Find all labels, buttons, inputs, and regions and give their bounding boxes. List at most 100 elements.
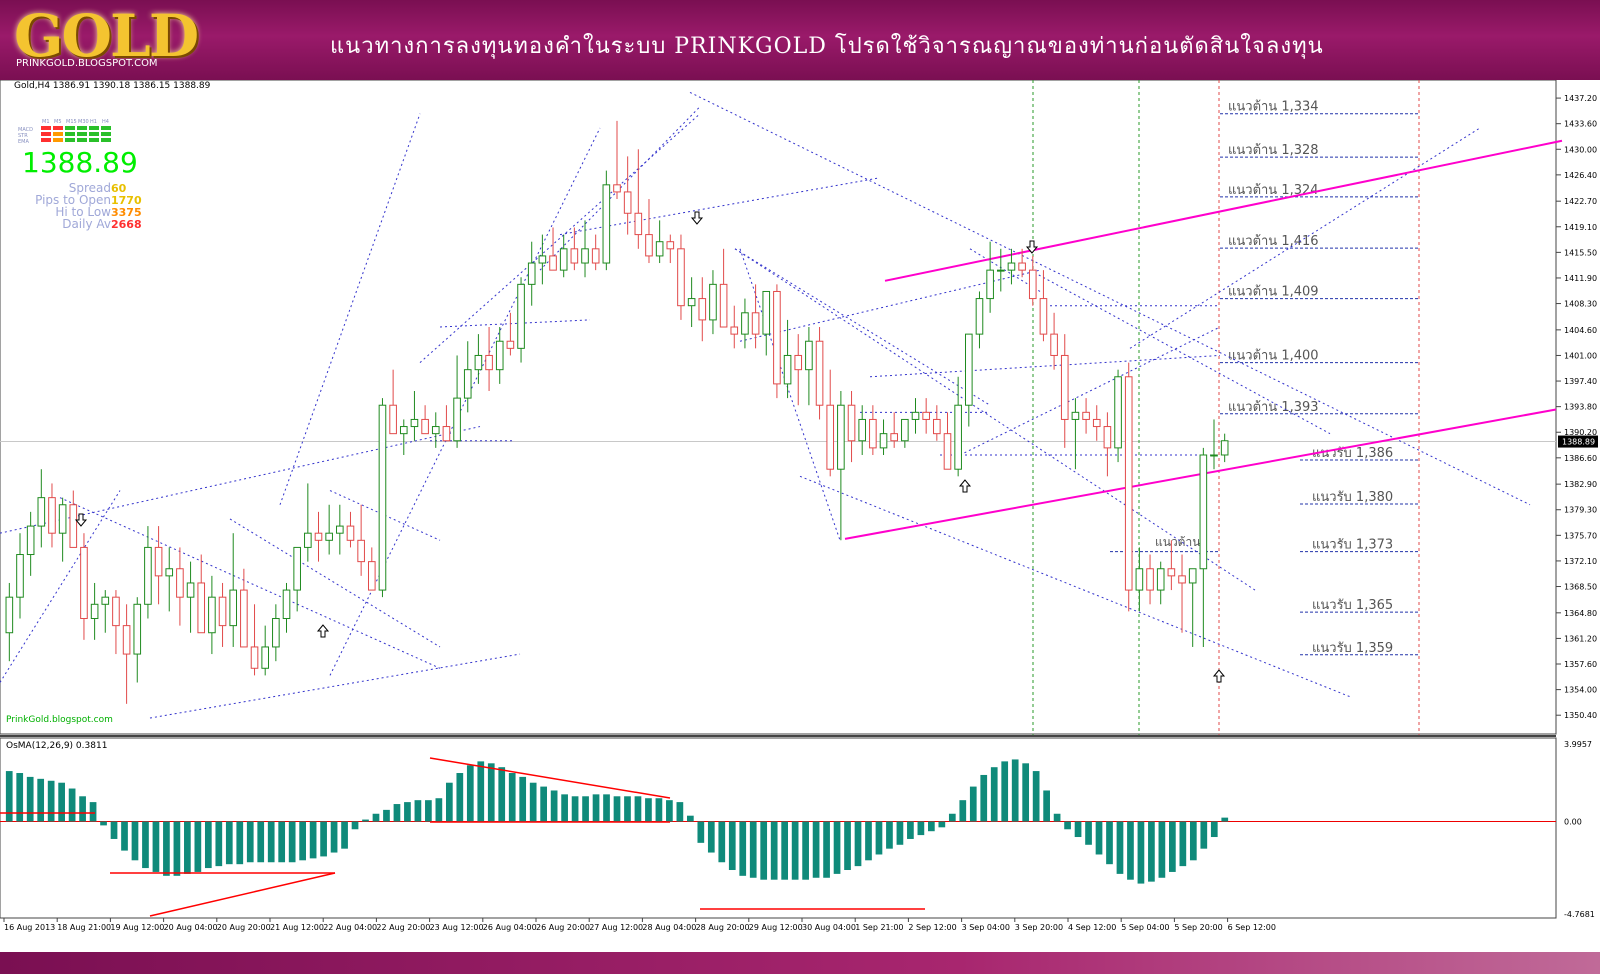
osma-bar (707, 821, 715, 853)
osma-bar (1043, 790, 1050, 822)
candle-body (751, 312, 760, 335)
x-tick-label: 22 Aug 04:00 (323, 923, 377, 932)
indicator-cell (65, 126, 75, 130)
level-label: แนวต้าน 1,400 (1228, 349, 1319, 364)
candle-body (186, 582, 195, 598)
x-tick-label: 28 Aug 04:00 (642, 923, 696, 932)
candle-body (1039, 298, 1048, 335)
y-tick-label: 1375.70 (1564, 531, 1597, 540)
osma-bar (487, 763, 495, 822)
candle-body (591, 248, 600, 264)
timeframe-label: M15 (66, 119, 77, 125)
y-tick-label: 1401.00 (1564, 351, 1597, 360)
osma-bar (267, 821, 275, 863)
osma-bar (47, 780, 55, 822)
osma-bar (886, 821, 893, 849)
osma-bar (718, 821, 726, 863)
osma-bar (142, 821, 149, 869)
level-label: แนวต้าน 1,324 (1228, 183, 1319, 198)
y-tick-label: 1422.70 (1564, 197, 1597, 206)
x-tick-label: 3 Sep 20:00 (1015, 923, 1063, 932)
level-label: แนวต้าน 1,334 (1228, 100, 1319, 115)
osma-bar (791, 821, 799, 880)
osma-bar (948, 813, 956, 822)
osma-bar (26, 776, 34, 822)
osma-bar (351, 821, 359, 830)
osma-bar (959, 800, 967, 822)
osma-bar (540, 786, 548, 822)
logo-subtitle: PRINKGOLD.BLOGSPOT.COM (16, 58, 158, 69)
candle-body (687, 298, 696, 307)
candle-body (602, 184, 611, 264)
osma-bar (833, 821, 841, 874)
current-price-label: 1388.89 (1562, 438, 1595, 447)
resistance-annotation: แนวต้าน (1155, 535, 1200, 549)
osma-bar (466, 765, 474, 822)
osma-bar (508, 773, 516, 822)
candle-body (304, 532, 312, 548)
y-tick-label: 1386.60 (1564, 454, 1597, 463)
candle-body (431, 426, 440, 435)
osma-bar (5, 771, 13, 822)
candle-body (1082, 411, 1090, 420)
osma-tick-label: -4.7681 (1564, 910, 1595, 919)
candle-body (112, 596, 120, 627)
candle-body (1018, 262, 1026, 271)
indicator-row-label: EMA (18, 139, 29, 145)
candle-body (1124, 376, 1133, 591)
osma-bar (1221, 817, 1229, 822)
osma-bar (582, 796, 589, 822)
osma-bar (1127, 821, 1134, 880)
level-label: แนวรับ 1,365 (1312, 598, 1393, 613)
candle-body (336, 525, 344, 534)
candle-body (399, 426, 408, 435)
indicator-cell (53, 126, 63, 130)
indicator-cell (77, 132, 87, 136)
timeframe-label: H1 (90, 119, 97, 125)
osma-bar (1064, 821, 1071, 830)
candle-body (197, 582, 206, 634)
osma-bar (655, 798, 663, 822)
osma-bar (1085, 821, 1092, 845)
level-label: แนวรับ 1,380 (1312, 490, 1393, 505)
osma-bar (435, 798, 443, 822)
osma-bar (204, 821, 212, 869)
y-tick-label: 1379.30 (1564, 506, 1597, 515)
osma-bar (393, 804, 401, 822)
price-readout: 1388.89 (22, 146, 138, 179)
candle-body (154, 546, 163, 577)
osma-bar (152, 821, 160, 872)
level-label: แนวรับ 1,359 (1312, 641, 1393, 656)
osma-bar (875, 821, 883, 855)
candle-body (1146, 568, 1154, 591)
y-tick-label: 1411.90 (1564, 274, 1597, 283)
candle-body (282, 589, 291, 620)
osma-bar (215, 821, 223, 867)
osma-bar (1011, 759, 1019, 822)
candle-body (815, 340, 824, 406)
osma-bar (938, 821, 946, 828)
osma-bar (1116, 821, 1124, 874)
y-tick-label: 1361.20 (1564, 634, 1597, 643)
x-tick-label: 23 Aug 12:00 (430, 923, 484, 932)
y-tick-label: 1357.60 (1564, 660, 1597, 669)
osma-tick-label: 0.00 (1564, 818, 1582, 827)
y-tick-label: 1393.80 (1564, 403, 1597, 412)
candle-body (367, 561, 376, 591)
candle-body (176, 568, 184, 598)
candle-body (1103, 426, 1112, 449)
candle-body (133, 603, 142, 655)
candle-body (1199, 454, 1208, 570)
candle-body (346, 525, 355, 541)
candle-body (48, 497, 56, 534)
candle-body (730, 326, 739, 335)
timeframe-label: M5 (54, 119, 62, 125)
candle-body (1220, 440, 1229, 456)
indicator-cell (101, 138, 111, 142)
candle-body (933, 418, 941, 435)
candle-body (495, 340, 504, 371)
candle-body (208, 596, 216, 634)
candle-body (922, 411, 930, 420)
candle-body (538, 255, 547, 264)
trading-chart: แนวต้าน 1,334 แนวต้าน 1,328 แนวต้าน 1,324 แ… (0, 80, 1600, 952)
